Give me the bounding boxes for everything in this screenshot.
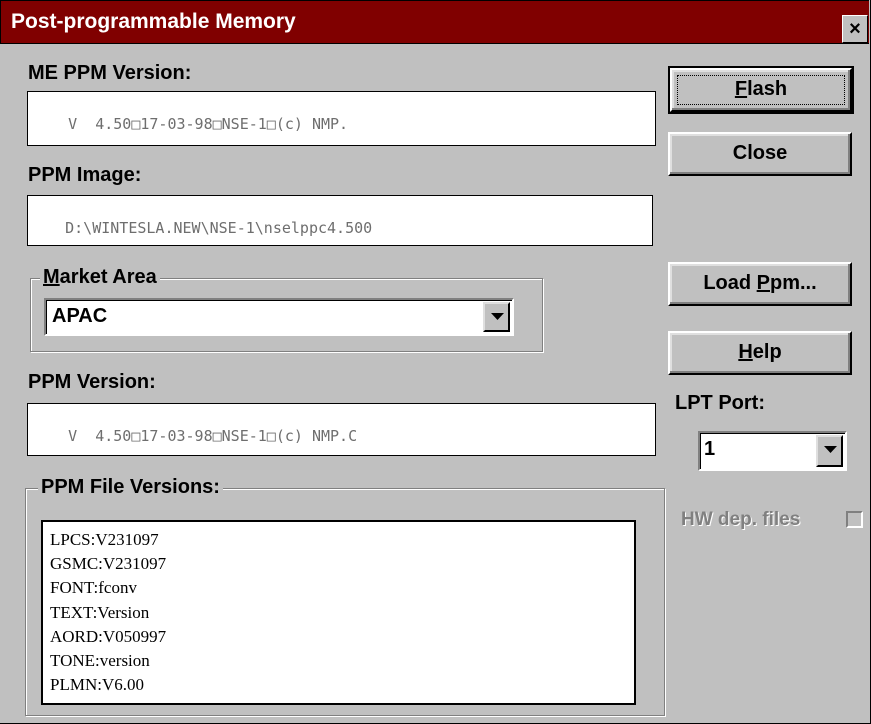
market-area-selected: APAC	[52, 305, 108, 327]
list-item: AORD:V050997	[50, 626, 167, 646]
load-ppm-button[interactable]: Load Ppm...	[668, 262, 852, 306]
window-title: Post-programmable Memory	[11, 10, 296, 33]
hw-dep-files-label: HW dep. files	[681, 509, 801, 530]
ppm-version-value: V 4.50□17-03-98□NSE-1□(c) NMP.C	[68, 427, 358, 445]
close-button[interactable]: Close	[668, 132, 852, 176]
ppm-image-label: PPM Image:	[28, 164, 142, 186]
list-item: TONE:version	[50, 651, 150, 671]
flash-button[interactable]: Flash	[668, 66, 854, 114]
list-item: PLMN:V6.00	[50, 675, 144, 695]
ppm-image-value: D:\WINTESLA.NEW\NSE-1\nselppc4.500	[65, 219, 373, 237]
me-ppm-version-value: V 4.50□17-03-98□NSE-1□(c) NMP.	[68, 115, 349, 133]
market-area-dropdown[interactable]: APAC	[44, 298, 514, 336]
lpt-port-dropdown-button[interactable]	[816, 435, 843, 467]
list-item: TEXT:Version	[50, 602, 150, 622]
hw-dep-files-checkbox[interactable]	[846, 511, 863, 528]
ppm-dialog: Post-programmable Memory × ME PPM Versio…	[0, 0, 871, 724]
ppm-version-field: V 4.50□17-03-98□NSE-1□(c) NMP.C	[27, 403, 656, 456]
list-item: LPCS:V231097	[50, 530, 159, 549]
chevron-down-icon	[491, 313, 504, 320]
focus-rect	[677, 75, 845, 105]
close-window-button[interactable]: ×	[842, 15, 868, 43]
ppm-image-field: D:\WINTESLA.NEW\NSE-1\nselppc4.500	[27, 195, 653, 246]
lpt-port-label: LPT Port:	[675, 392, 765, 414]
ppm-version-label: PPM Version:	[28, 371, 156, 393]
chevron-down-icon	[824, 446, 837, 453]
help-button[interactable]: Help	[668, 331, 852, 375]
list-item: FONT:fconv	[50, 578, 137, 598]
list-item: GSMC:V231097	[50, 554, 167, 574]
market-area-label: Market Area	[40, 266, 160, 289]
me-ppm-version-label: ME PPM Version:	[28, 62, 192, 84]
title-bar[interactable]: Post-programmable Memory ×	[0, 0, 869, 44]
lpt-port-dropdown[interactable]: 1	[698, 431, 847, 471]
lpt-port-selected: 1	[704, 438, 716, 460]
market-area-dropdown-button[interactable]	[483, 302, 510, 332]
ppm-file-versions-list[interactable]: LPCS:V231097 GSMC:V231097 FONT:fconv TEX…	[41, 520, 636, 705]
ppm-file-versions-label: PPM File Versions:	[38, 476, 223, 499]
me-ppm-version-field: V 4.50□17-03-98□NSE-1□(c) NMP.	[27, 91, 656, 146]
